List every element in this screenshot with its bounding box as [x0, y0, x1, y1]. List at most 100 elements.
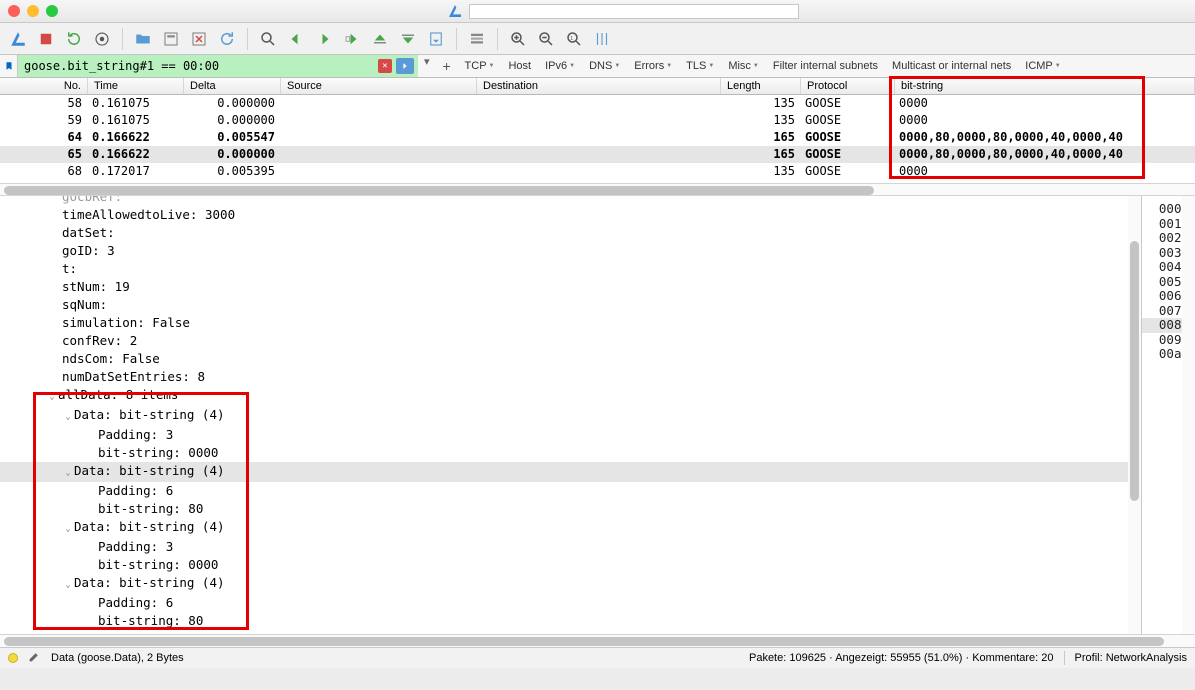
col-length[interactable]: Length	[721, 78, 801, 94]
details-vscrollbar[interactable]	[1128, 196, 1141, 634]
tree-item[interactable]: bit-string: 80	[0, 500, 1141, 518]
tree-item[interactable]: timeAllowedtoLive: 3000	[0, 206, 1141, 224]
chevron-down-icon[interactable]: ⌄	[62, 576, 74, 594]
go-forward-button[interactable]	[312, 27, 336, 51]
tree-item-data[interactable]: ⌄Data: bit-string (4)	[0, 574, 1141, 594]
close-icon[interactable]	[8, 5, 20, 17]
find-packet-button[interactable]	[256, 27, 280, 51]
table-row[interactable]: 580.1610750.000000135GOOSE0000	[0, 95, 1195, 112]
expert-info-icon[interactable]	[8, 653, 18, 663]
table-row[interactable]: 590.1610750.000000135GOOSE0000	[0, 112, 1195, 129]
tree-item[interactable]: t:	[0, 260, 1141, 278]
svg-text:1: 1	[570, 35, 573, 41]
go-back-button[interactable]	[284, 27, 308, 51]
table-row[interactable]: 650.1666220.000000165GOOSE0000,80,0000,8…	[0, 146, 1195, 163]
col-no[interactable]: No.	[0, 78, 88, 94]
filter-btn-tcp[interactable]: TCP▼	[458, 60, 502, 72]
col-proto[interactable]: Protocol	[801, 78, 895, 94]
colorize-button[interactable]	[465, 27, 489, 51]
tree-item[interactable]: bit-string: 80	[0, 612, 1141, 630]
col-delta[interactable]: Delta	[184, 78, 281, 94]
filter-btn-tls[interactable]: TLS▼	[679, 60, 721, 72]
chevron-down-icon[interactable]: ⌄	[62, 464, 74, 482]
titlebar	[0, 0, 1195, 23]
tree-item[interactable]: bit-string: 0000	[0, 556, 1141, 574]
chevron-down-icon[interactable]: ⌄	[62, 408, 74, 426]
col-time[interactable]: Time	[88, 78, 184, 94]
tree-item-data[interactable]: ⌄Data: bit-string (4)	[0, 406, 1141, 426]
tree-item[interactable]: goID: 3	[0, 242, 1141, 260]
packet-list-hscrollbar[interactable]	[0, 183, 1195, 196]
tree-item[interactable]: simulation: False	[0, 314, 1141, 332]
filter-btn-misc[interactable]: Misc▼	[721, 60, 766, 72]
tree-item[interactable]: ndsCom: False	[0, 350, 1141, 368]
main-toolbar: 1	[0, 23, 1195, 55]
tree-item[interactable]: stNum: 19	[0, 278, 1141, 296]
filter-history-icon[interactable]: ▾	[418, 55, 436, 77]
apply-filter-icon[interactable]	[396, 58, 414, 74]
chevron-down-icon[interactable]: ⌄	[46, 388, 58, 406]
minimize-icon[interactable]	[27, 5, 39, 17]
filter-btn-ipv6[interactable]: IPv6▼	[538, 60, 582, 72]
tree-item[interactable]: datSet:	[0, 224, 1141, 242]
display-filter-bar: goose.bit_string#1 == 00:00 ✕ ▾ + TCP▼ H…	[0, 55, 1195, 78]
save-file-button[interactable]	[159, 27, 183, 51]
tree-item-data[interactable]: ⌄Data: bit-string (4)	[0, 462, 1141, 482]
tree-item[interactable]: Padding: 3	[0, 538, 1141, 556]
reload-file-button[interactable]	[215, 27, 239, 51]
tree-item[interactable]: sqNum:	[0, 296, 1141, 314]
go-to-packet-button[interactable]	[340, 27, 364, 51]
add-filter-button[interactable]: +	[436, 55, 458, 77]
details-hscrollbar[interactable]	[0, 634, 1195, 647]
filter-btn-multicast[interactable]: Multicast or internal nets	[885, 60, 1018, 72]
tree-item[interactable]: bit-string: 0000	[0, 444, 1141, 462]
filter-btn-dns[interactable]: DNS▼	[582, 60, 627, 72]
hex-vscrollbar[interactable]	[1182, 196, 1195, 634]
filter-btn-icmp[interactable]: ICMP▼	[1018, 60, 1067, 72]
packet-list-pane[interactable]: No. Time Delta Source Destination Length…	[0, 78, 1195, 183]
go-first-button[interactable]	[368, 27, 392, 51]
packet-list-header[interactable]: No. Time Delta Source Destination Length…	[0, 78, 1195, 95]
restart-capture-button[interactable]	[62, 27, 86, 51]
col-bitstring[interactable]: bit-string	[895, 78, 1195, 94]
tree-item-data[interactable]: ⌄Data: bit-string (4)	[0, 518, 1141, 538]
zoom-in-button[interactable]	[506, 27, 530, 51]
status-packet-counts: Pakete: 109625 · Angezeigt: 55955 (51.0%…	[749, 652, 1054, 664]
zoom-out-button[interactable]	[534, 27, 558, 51]
filter-btn-internal-subnets[interactable]: Filter internal subnets	[766, 60, 885, 72]
status-field-info: Data (goose.Data), 2 Bytes	[51, 652, 184, 664]
tree-item[interactable]: Padding: 6	[0, 594, 1141, 612]
packet-bytes-pane[interactable]: 0000 0010 0020 0030 0040 0050 0060 0070 …	[1141, 196, 1195, 634]
tree-item[interactable]: Padding: 6	[0, 482, 1141, 500]
packet-details-pane[interactable]: gocbRef: timeAllowedtoLive: 3000 datSet:…	[0, 196, 1141, 634]
zoom-reset-button[interactable]: 1	[562, 27, 586, 51]
app-fin-icon[interactable]	[6, 27, 30, 51]
col-source[interactable]: Source	[281, 78, 477, 94]
auto-scroll-button[interactable]	[424, 27, 448, 51]
go-last-button[interactable]	[396, 27, 420, 51]
title-search-field[interactable]	[469, 4, 799, 19]
tree-item-alldata[interactable]: ⌄allData: 8 items	[0, 386, 1141, 406]
tree-item[interactable]: numDatSetEntries: 8	[0, 368, 1141, 386]
table-row[interactable]: 680.1720170.005395135GOOSE0000	[0, 163, 1195, 180]
tree-item[interactable]: confRev: 2	[0, 332, 1141, 350]
tree-item[interactable]: gocbRef:	[0, 196, 1141, 206]
tree-item[interactable]: Padding: 3	[0, 426, 1141, 444]
stop-capture-button[interactable]	[34, 27, 58, 51]
display-filter-input[interactable]: goose.bit_string#1 == 00:00 ✕	[18, 55, 418, 77]
open-file-button[interactable]	[131, 27, 155, 51]
clear-filter-icon[interactable]: ✕	[378, 59, 392, 73]
table-row[interactable]: 640.1666220.005547165GOOSE0000,80,0000,8…	[0, 129, 1195, 146]
close-file-button[interactable]	[187, 27, 211, 51]
col-dest[interactable]: Destination	[477, 78, 721, 94]
chevron-down-icon[interactable]: ⌄	[62, 520, 74, 538]
filter-btn-errors[interactable]: Errors▼	[627, 60, 679, 72]
capture-options-button[interactable]	[90, 27, 114, 51]
resize-columns-button[interactable]	[590, 27, 614, 51]
status-profile[interactable]: Profil: NetworkAnalysis	[1075, 652, 1187, 664]
edit-capture-comment-icon[interactable]	[28, 650, 41, 666]
bookmark-icon[interactable]	[0, 55, 18, 77]
filter-expression: goose.bit_string#1 == 00:00	[24, 59, 219, 73]
filter-btn-host[interactable]: Host	[501, 60, 538, 72]
maximize-icon[interactable]	[46, 5, 58, 17]
